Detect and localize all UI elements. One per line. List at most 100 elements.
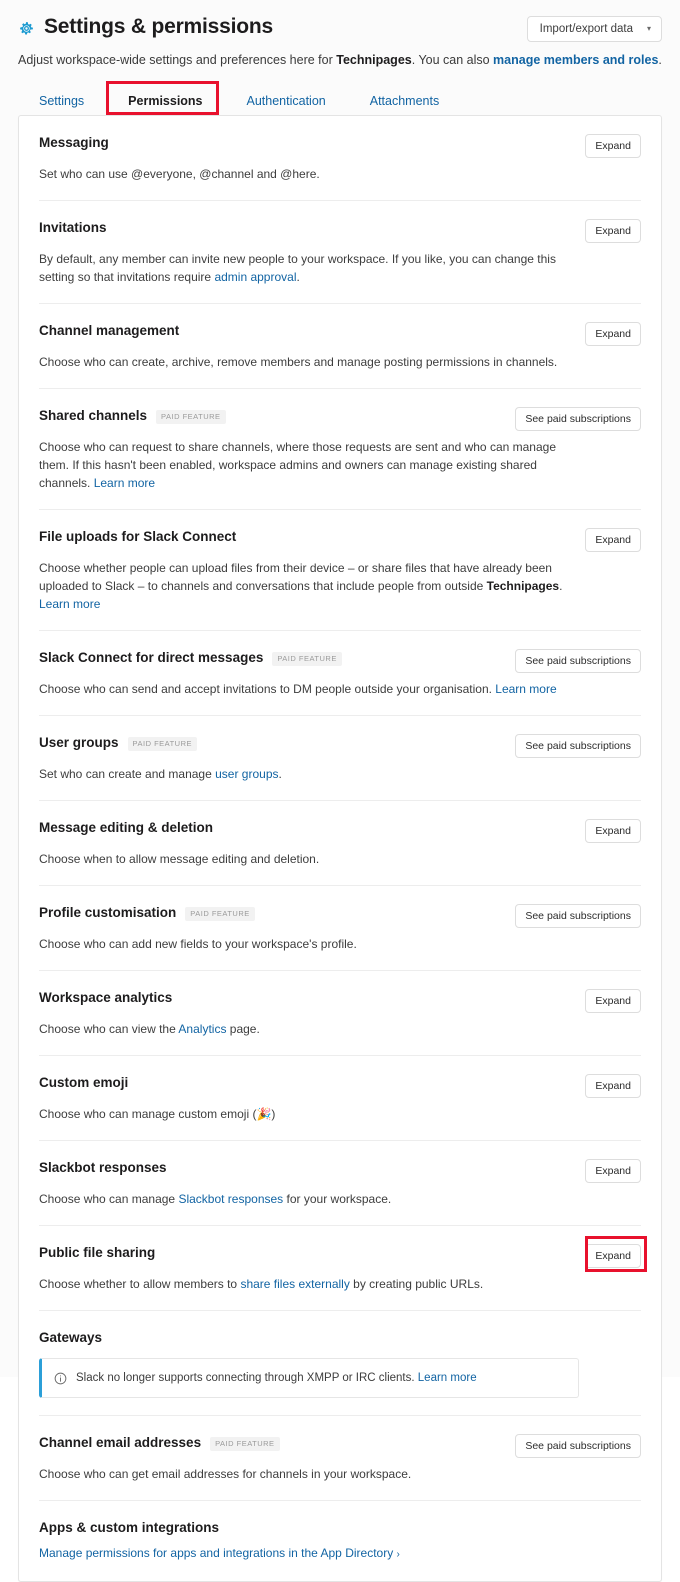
see-paid-subscriptions-button[interactable]: See paid subscriptions bbox=[515, 407, 641, 431]
section-head: Channel email addresses PAID FEATURE See… bbox=[39, 1434, 641, 1458]
heading-wrap: Invitations bbox=[39, 219, 107, 237]
section-head: Public file sharing Expand bbox=[39, 1244, 641, 1268]
section-gateways: Gateways Slack no longer supports connec… bbox=[39, 1311, 641, 1416]
section-file-uploads-slack-connect: File uploads for Slack Connect Expand Ch… bbox=[39, 510, 641, 631]
learn-more-link[interactable]: Learn more bbox=[495, 682, 556, 696]
expand-button[interactable]: Expand bbox=[585, 1159, 641, 1183]
analytics-link[interactable]: Analytics bbox=[178, 1022, 226, 1036]
section-head: Invitations Expand bbox=[39, 219, 641, 243]
section-invitations: Invitations Expand By default, any membe… bbox=[39, 201, 641, 304]
section-head: Gateways bbox=[39, 1329, 641, 1347]
desc-text-post: by creating public URLs. bbox=[349, 1277, 484, 1291]
paid-feature-badge: PAID FEATURE bbox=[156, 410, 226, 424]
tab-permissions[interactable]: Permissions bbox=[106, 87, 224, 115]
heading-wrap: Profile customisation PAID FEATURE bbox=[39, 904, 255, 922]
admin-approval-link[interactable]: admin approval bbox=[214, 270, 296, 284]
section-title: Shared channels bbox=[39, 408, 148, 423]
slackbot-responses-link[interactable]: Slackbot responses bbox=[178, 1192, 283, 1206]
section-head: Slack Connect for direct messages PAID F… bbox=[39, 649, 641, 673]
user-groups-link[interactable]: user groups bbox=[215, 767, 278, 781]
section-title: Custom emoji bbox=[39, 1075, 129, 1090]
section-description: By default, any member can invite new pe… bbox=[39, 250, 569, 286]
page-subtitle: Adjust workspace-wide settings and prefe… bbox=[18, 52, 662, 69]
section-description: Set who can create and manage user group… bbox=[39, 765, 569, 783]
heading-wrap: Slackbot responses bbox=[39, 1159, 167, 1177]
info-circle-icon bbox=[54, 1372, 67, 1385]
tab-authentication[interactable]: Authentication bbox=[225, 87, 348, 115]
heading-wrap: Workspace analytics bbox=[39, 989, 172, 1007]
section-head: Channel management Expand bbox=[39, 322, 641, 346]
expand-button[interactable]: Expand bbox=[585, 219, 641, 243]
section-title: Messaging bbox=[39, 135, 109, 150]
desc-text: Choose who can view the bbox=[39, 1022, 179, 1036]
chevron-right-icon: › bbox=[396, 1549, 400, 1560]
section-head: Workspace analytics Expand bbox=[39, 989, 641, 1013]
section-profile-customisation: Profile customisation PAID FEATURE See p… bbox=[39, 886, 641, 971]
desc-text: Choose who can get email addresses for c… bbox=[39, 1467, 412, 1481]
see-paid-subscriptions-button[interactable]: See paid subscriptions bbox=[515, 1434, 641, 1458]
heading-wrap: Messaging bbox=[39, 134, 109, 152]
expand-button[interactable]: Expand bbox=[585, 322, 641, 346]
see-paid-subscriptions-button[interactable]: See paid subscriptions bbox=[515, 904, 641, 928]
gear-icon bbox=[18, 20, 35, 37]
section-description: Choose whether people can upload files f… bbox=[39, 559, 569, 613]
share-files-externally-link[interactable]: share files externally bbox=[240, 1277, 349, 1291]
desc-text: Choose whether to allow members to bbox=[39, 1277, 241, 1291]
section-title: User groups bbox=[39, 735, 119, 750]
expand-button[interactable]: Expand bbox=[585, 134, 641, 158]
heading-wrap: Apps & custom integrations bbox=[39, 1519, 219, 1537]
heading-wrap: Public file sharing bbox=[39, 1244, 155, 1262]
section-description: Choose who can manage Slackbot responses… bbox=[39, 1190, 569, 1208]
section-slackbot-responses: Slackbot responses Expand Choose who can… bbox=[39, 1141, 641, 1226]
heading-wrap: Slack Connect for direct messages PAID F… bbox=[39, 649, 342, 667]
see-paid-subscriptions-button[interactable]: See paid subscriptions bbox=[515, 734, 641, 758]
tab-settings[interactable]: Settings bbox=[18, 87, 106, 115]
section-head: Messaging Expand bbox=[39, 134, 641, 158]
tab-attachments[interactable]: Attachments bbox=[348, 87, 461, 115]
page-header: Settings & permissions Import/export dat… bbox=[0, 0, 680, 69]
learn-more-link[interactable]: Learn more bbox=[39, 597, 100, 611]
title-left: Settings & permissions bbox=[18, 14, 273, 40]
import-export-data-button[interactable]: Import/export data ▾ bbox=[526, 16, 662, 42]
callout-message: Slack no longer supports connecting thro… bbox=[76, 1372, 418, 1384]
import-export-label: Import/export data bbox=[539, 23, 633, 35]
section-description: Choose who can get email addresses for c… bbox=[39, 1465, 569, 1483]
desc-text: Choose who can manage custom emoji (🎉) bbox=[39, 1107, 276, 1121]
chevron-down-icon: ▾ bbox=[646, 24, 651, 33]
see-paid-subscriptions-button[interactable]: See paid subscriptions bbox=[515, 649, 641, 673]
section-title: Message editing & deletion bbox=[39, 820, 214, 835]
heading-wrap: Message editing & deletion bbox=[39, 819, 213, 837]
section-title: Channel management bbox=[39, 323, 180, 338]
section-title: Workspace analytics bbox=[39, 990, 173, 1005]
paid-feature-badge: PAID FEATURE bbox=[127, 737, 198, 751]
manage-members-and-roles-link[interactable]: manage members and roles bbox=[493, 53, 658, 67]
desc-text-post: . bbox=[296, 270, 300, 284]
desc-text: Choose who can manage bbox=[39, 1192, 179, 1206]
paid-feature-badge: PAID FEATURE bbox=[185, 907, 255, 921]
heading-wrap: Channel email addresses PAID FEATURE bbox=[39, 1434, 280, 1452]
expand-button[interactable]: Expand bbox=[585, 528, 641, 552]
subtitle-mid: . You can also bbox=[411, 53, 494, 67]
expand-button[interactable]: Expand bbox=[585, 989, 641, 1013]
title-row: Settings & permissions Import/export dat… bbox=[18, 14, 662, 42]
expand-button[interactable]: Expand bbox=[585, 819, 641, 843]
section-description: Choose whether to allow members to share… bbox=[39, 1275, 569, 1293]
section-title: Profile customisation bbox=[39, 905, 177, 920]
section-description: Set who can use @everyone, @channel and … bbox=[39, 165, 569, 183]
page-title: Settings & permissions bbox=[44, 15, 273, 38]
settings-permissions-page: Settings & permissions Import/export dat… bbox=[0, 0, 680, 1582]
heading-wrap: User groups PAID FEATURE bbox=[39, 734, 198, 752]
learn-more-link[interactable]: Learn more bbox=[418, 1372, 477, 1384]
workspace-name: Technipages bbox=[486, 579, 560, 593]
desc-text: Choose who can add new fields to your wo… bbox=[39, 937, 357, 951]
desc-text: Choose when to allow message editing and… bbox=[39, 852, 320, 866]
section-title: Slackbot responses bbox=[39, 1160, 167, 1175]
section-apps-custom-integrations: Apps & custom integrations Manage permis… bbox=[39, 1501, 641, 1581]
expand-button[interactable]: Expand bbox=[585, 1244, 641, 1268]
app-directory-link[interactable]: Manage permissions for apps and integrat… bbox=[39, 1544, 641, 1564]
expand-button[interactable]: Expand bbox=[585, 1074, 641, 1098]
section-public-file-sharing: Public file sharing Expand Choose whethe… bbox=[39, 1226, 647, 1311]
paid-feature-badge: PAID FEATURE bbox=[272, 652, 342, 666]
learn-more-link[interactable]: Learn more bbox=[94, 476, 155, 490]
section-slack-connect-dm: Slack Connect for direct messages PAID F… bbox=[39, 631, 641, 716]
